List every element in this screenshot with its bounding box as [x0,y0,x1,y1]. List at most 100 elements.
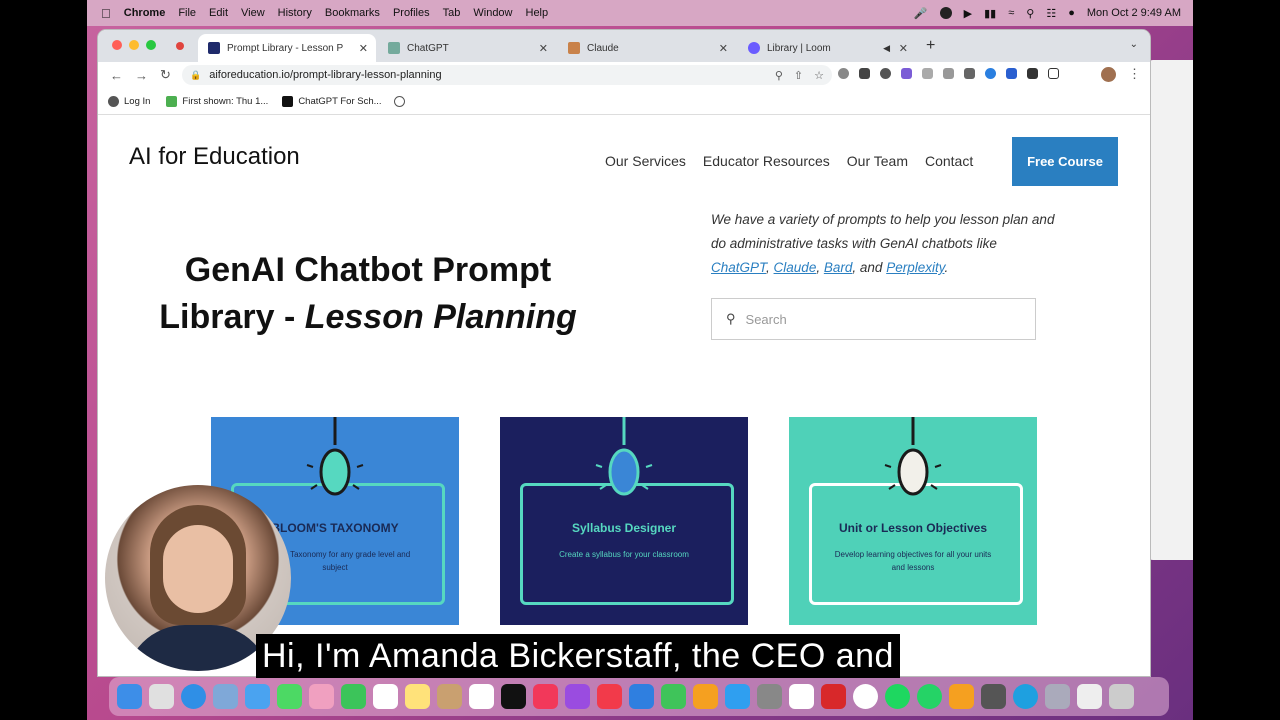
address-bar[interactable]: 🔒 aiforeducation.io/prompt-library-lesso… [182,65,832,85]
menu-history[interactable]: History [278,7,312,19]
whatsapp-icon[interactable] [917,684,942,709]
lock-icon[interactable]: 🔒 [190,70,201,81]
calendar-icon[interactable] [373,684,398,709]
puzzle-extensions-icon[interactable] [1027,68,1038,79]
nav-our-services[interactable]: Our Services [605,153,686,169]
menu-tab[interactable]: Tab [443,7,461,19]
contacts-icon[interactable] [437,684,462,709]
link-chatgpt[interactable]: ChatGPT [711,260,766,275]
documents-icon[interactable] [1077,684,1102,709]
system-settings-icon[interactable] [757,684,782,709]
music-icon[interactable] [533,684,558,709]
close-tab-icon[interactable]: ✕ [899,42,908,55]
tab-claude[interactable]: Claude ✕ [558,34,736,62]
trash-icon[interactable] [1109,684,1134,709]
menu-help[interactable]: Help [526,7,549,19]
apple-tv-icon[interactable] [501,684,526,709]
back-arrow-icon[interactable]: ← [110,68,123,83]
search-placeholder[interactable]: Search [746,312,787,327]
link-perplexity[interactable]: Perplexity [886,260,944,275]
nav-contact[interactable]: Contact [925,153,973,169]
photo-stack-icon[interactable] [1045,684,1070,709]
profile-avatar[interactable] [1101,67,1116,82]
tab-chatgpt[interactable]: ChatGPT ✕ [378,34,556,62]
extension-icon[interactable] [943,68,954,79]
nav-our-team[interactable]: Our Team [847,153,908,169]
extension-icon[interactable] [859,68,870,79]
messages-icon[interactable] [277,684,302,709]
notes-icon[interactable] [405,684,430,709]
calculator-icon[interactable] [981,684,1006,709]
keynote-icon[interactable] [629,684,654,709]
card-syllabus-designer[interactable]: Syllabus Designer Create a syllabus for … [500,417,748,625]
facetime-icon[interactable] [341,684,366,709]
free-course-button[interactable]: Free Course [1012,137,1118,186]
books-icon[interactable] [949,684,974,709]
launchpad-icon[interactable] [149,684,174,709]
apple-menu-icon[interactable]:  [101,6,111,21]
menu-profiles[interactable]: Profiles [393,7,430,19]
menu-view[interactable]: View [241,7,265,19]
menubar-clock[interactable]: Mon Oct 2 9:49 AM [1087,7,1181,19]
background-window[interactable] [1147,60,1193,560]
card-unit-lesson-objectives[interactable]: Unit or Lesson Objectives Develop learni… [789,417,1037,625]
tab-prompt-library[interactable]: Prompt Library - Lesson P ✕ [198,34,376,62]
menu-edit[interactable]: Edit [209,7,228,19]
close-tab-icon[interactable]: ✕ [359,42,368,55]
numbers-icon[interactable] [661,684,686,709]
siri-icon[interactable]: ● [1068,7,1075,19]
settings-icon[interactable] [939,7,952,19]
reload-icon[interactable]: ↻ [160,67,171,83]
spotlight-search-icon[interactable]: ⚲ [1026,7,1034,20]
safari-icon[interactable] [181,684,206,709]
bookmark-first-shown[interactable]: First shown: Thu 1... [166,95,268,107]
site-logo[interactable]: AI for Education [129,143,300,171]
extension-icon[interactable] [985,68,996,79]
pages-icon[interactable] [693,684,718,709]
close-window-button[interactable] [112,40,122,50]
link-bard[interactable]: Bard [824,260,853,275]
maps-icon[interactable] [213,684,238,709]
control-center-icon[interactable]: ☷ [1046,7,1056,20]
more-menu-icon[interactable]: ⋮ [1128,66,1141,82]
menu-bookmarks[interactable]: Bookmarks [325,7,380,19]
mute-tab-icon[interactable]: ◀ [883,43,890,54]
acrobat-icon[interactable] [821,684,846,709]
bookmark-log-in[interactable]: Log In [108,95,150,107]
close-tab-icon[interactable]: ✕ [719,42,728,55]
tab-search-chevron-icon[interactable]: ⌄ [1130,39,1138,50]
extension-icon[interactable] [880,68,891,79]
close-tab-icon[interactable]: ✕ [539,42,548,55]
tab-loom[interactable]: Library | Loom ◀ ✕ [738,34,916,62]
wifi-icon[interactable]: ≈ [1008,7,1014,19]
extension-icon[interactable] [901,68,912,79]
link-claude[interactable]: Claude [774,260,817,275]
chrome-icon[interactable] [853,684,878,709]
extension-icon[interactable] [922,68,933,79]
zoom-window-button[interactable] [146,40,156,50]
menu-window[interactable]: Window [473,7,512,19]
extension-icon[interactable] [1006,68,1017,79]
side-panel-icon[interactable] [1048,68,1059,79]
reminders-icon[interactable] [469,684,494,709]
bookmark-chatgpt-for-schools[interactable]: ChatGPT For Sch... [282,95,382,107]
forward-arrow-icon[interactable]: → [135,68,148,83]
minimize-window-button[interactable] [129,40,139,50]
photos-icon[interactable] [309,684,334,709]
spotify-icon[interactable] [885,684,910,709]
finder-icon[interactable] [117,684,142,709]
nav-educator-resources[interactable]: Educator Resources [703,153,830,169]
new-tab-button[interactable]: + [926,37,935,55]
share-icon[interactable]: ⇧ [794,69,803,82]
edge-icon[interactable] [1013,684,1038,709]
play-icon[interactable]: ▶ [964,7,972,20]
mail-icon[interactable] [245,684,270,709]
app-store-icon[interactable] [725,684,750,709]
search-field[interactable]: ⚲ Search [711,298,1036,340]
battery-icon[interactable]: ▮▮ [984,7,996,20]
bookmark-star-icon[interactable]: ☆ [814,69,824,82]
extension-icon[interactable] [964,68,975,79]
podcasts-icon[interactable] [565,684,590,709]
microphone-icon[interactable]: 🎤 [914,7,928,20]
zoom-icon[interactable]: ⚲ [775,69,783,82]
